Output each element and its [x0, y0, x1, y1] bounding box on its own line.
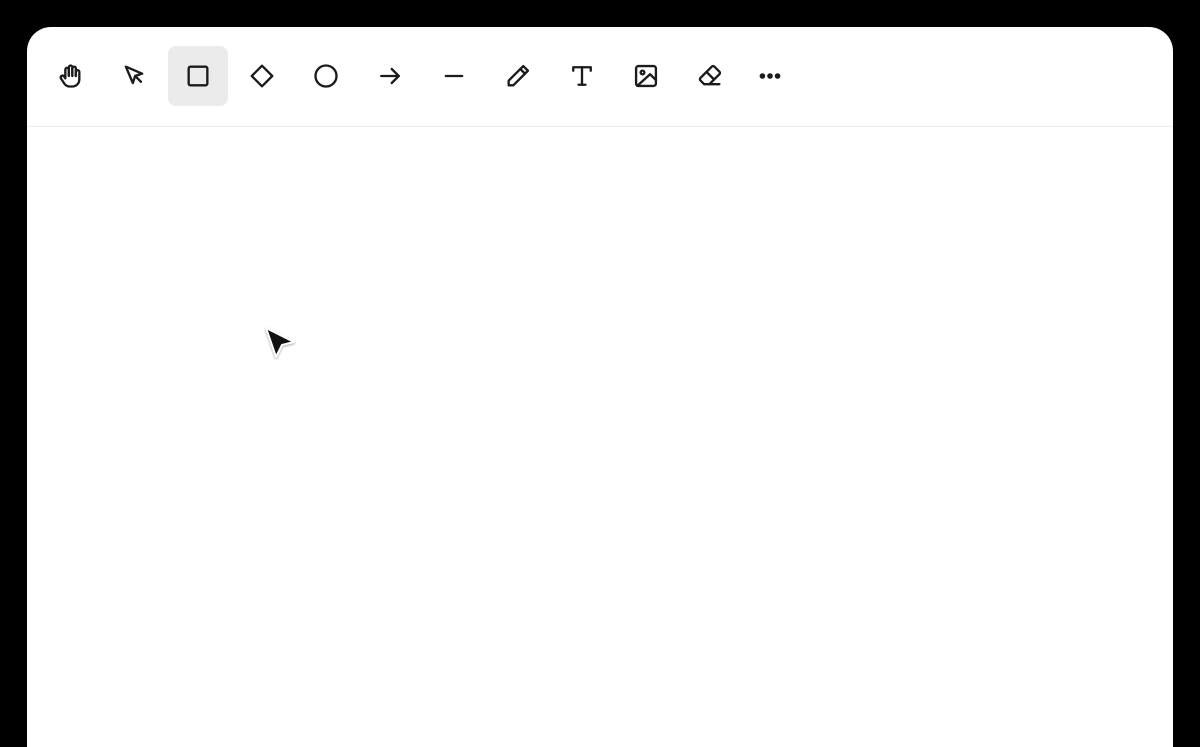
diamond-tool-button[interactable]: [232, 46, 292, 106]
pencil-icon: [507, 64, 530, 87]
text-icon: [572, 66, 592, 86]
more-dots-icon: [759, 73, 781, 79]
rectangle-tool-button[interactable]: [168, 46, 228, 106]
eraser-icon: [698, 64, 722, 86]
arrow-tool-button[interactable]: [360, 46, 420, 106]
eraser-tool-button[interactable]: [680, 46, 740, 106]
square-icon: [187, 65, 209, 87]
line-tool-button[interactable]: [424, 46, 484, 106]
mouse-pointer-icon: [265, 327, 295, 358]
image-tool-button[interactable]: [616, 46, 676, 106]
draw-tool-button[interactable]: [488, 46, 548, 106]
drawing-canvas[interactable]: [27, 127, 1173, 747]
ellipse-tool-button[interactable]: [296, 46, 356, 106]
hand-icon: [59, 64, 81, 88]
whiteboard-window: [27, 27, 1173, 747]
line-icon: [444, 74, 464, 78]
pointer-arrow-icon: [124, 65, 144, 85]
diamond-icon: [250, 64, 274, 88]
select-tool-button[interactable]: [104, 46, 164, 106]
toolbar: [27, 27, 1173, 127]
circle-icon: [314, 64, 338, 88]
image-icon: [634, 64, 658, 88]
arrow-right-icon: [380, 67, 400, 85]
text-tool-button[interactable]: [552, 46, 612, 106]
hand-tool-button[interactable]: [40, 46, 100, 106]
more-tools-button[interactable]: [740, 46, 800, 106]
